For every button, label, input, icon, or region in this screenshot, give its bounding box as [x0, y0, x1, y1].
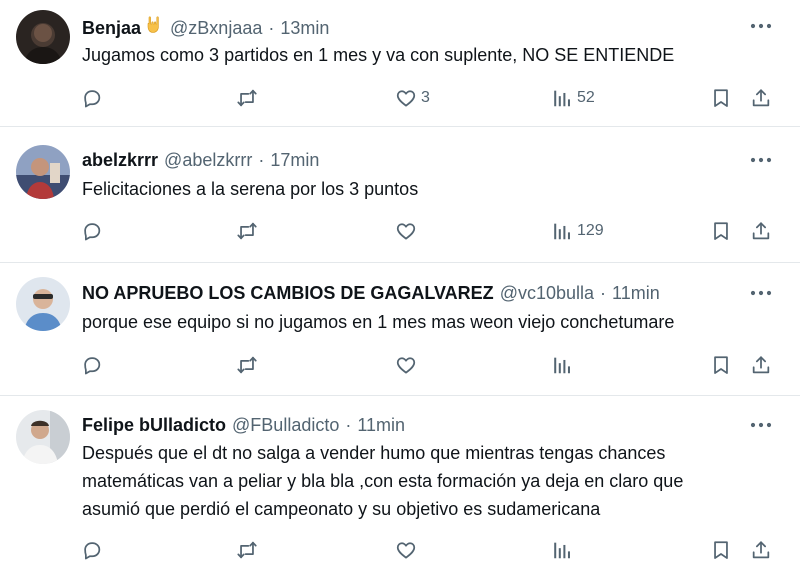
like-icon	[395, 87, 417, 109]
view-count: 52	[577, 89, 595, 106]
tweet-text-line: porque ese equipo si no jugamos en 1 mes…	[82, 312, 675, 332]
separator: ·	[258, 150, 265, 170]
views-icon	[551, 87, 573, 109]
retweet-icon	[236, 220, 258, 242]
retweet-button[interactable]	[236, 354, 258, 376]
like-icon	[395, 539, 417, 561]
tweet-text-line: matemáticas van a peliar y bla bla ,con …	[82, 471, 684, 491]
tweet-text: Jugamos como 3 partidos en 1 mes y va co…	[82, 41, 772, 69]
avatar[interactable]	[16, 410, 70, 464]
reply-feed: Benjaa @zBxnjaaa · 13min Jugamos como 3 …	[0, 0, 800, 570]
bookmark-icon	[710, 354, 732, 376]
handle[interactable]: @vc10bulla	[500, 282, 594, 304]
retweet-icon	[236, 539, 258, 561]
like-icon	[395, 220, 417, 242]
timestamp[interactable]: 11min	[612, 282, 660, 304]
tweet-text: Felicitaciones a la serena por los 3 pun…	[82, 175, 772, 203]
display-name[interactable]: NO APRUEBO LOS CAMBIOS DE GAGALVAREZ	[82, 282, 494, 304]
share-icon	[750, 539, 772, 561]
share-icon	[750, 87, 772, 109]
reply-icon	[81, 539, 103, 561]
retweet-icon	[236, 354, 258, 376]
tweet-text-line: Felicitaciones a la serena por los 3 pun…	[82, 179, 419, 199]
bookmark-button[interactable]	[710, 220, 732, 242]
action-bar: 129	[0, 220, 800, 244]
avatar[interactable]	[16, 10, 70, 64]
bookmark-button[interactable]	[710, 539, 732, 561]
tweet-text-line: Jugamos como 3 partidos en 1 mes y va co…	[82, 45, 675, 65]
bookmark-icon	[710, 539, 732, 561]
views-button[interactable]: 129	[551, 220, 604, 242]
tweet-header: Benjaa @zBxnjaaa · 13min	[82, 14, 329, 39]
tweet-header: Felipe bUlladicto @FBulladicto · 11min	[82, 414, 405, 436]
bookmark-button[interactable]	[710, 87, 732, 109]
timestamp[interactable]: 17min	[270, 149, 319, 171]
tweet-4[interactable]: Felipe bUlladicto @FBulladicto · 11min D…	[0, 396, 800, 570]
like-button[interactable]: 3	[395, 87, 430, 109]
bookmark-button[interactable]	[710, 354, 732, 376]
separator: ·	[268, 18, 275, 38]
reply-icon	[81, 354, 103, 376]
action-bar: 3 52	[0, 87, 800, 111]
handle[interactable]: @abelzkrrr	[164, 149, 252, 171]
handle[interactable]: @zBxnjaaa	[170, 17, 262, 39]
like-button[interactable]	[395, 539, 421, 561]
tweet-text: Después que el dt no salga a vender humo…	[82, 439, 772, 523]
reply-button[interactable]	[81, 87, 103, 109]
retweet-button[interactable]	[236, 220, 258, 242]
views-button[interactable]	[551, 354, 577, 376]
share-button[interactable]	[750, 354, 772, 376]
like-count: 3	[421, 89, 430, 106]
share-icon	[750, 354, 772, 376]
reply-icon	[81, 220, 103, 242]
reply-icon	[81, 87, 103, 109]
reply-button[interactable]	[81, 539, 103, 561]
like-button[interactable]	[395, 220, 421, 242]
like-icon	[395, 354, 417, 376]
action-bar	[0, 539, 800, 563]
views-icon	[551, 220, 573, 242]
share-icon	[750, 220, 772, 242]
more-icon[interactable]	[750, 157, 772, 163]
action-bar	[0, 354, 800, 378]
tweet-3[interactable]: NO APRUEBO LOS CAMBIOS DE GAGALVAREZ @vc…	[0, 263, 800, 396]
reply-button[interactable]	[81, 220, 103, 242]
more-icon[interactable]	[750, 23, 772, 29]
timestamp[interactable]: 13min	[280, 17, 329, 39]
more-icon[interactable]	[750, 422, 772, 428]
views-icon	[551, 354, 573, 376]
separator: ·	[345, 415, 352, 435]
tweet-text-line: asumió que perdió el campeonato y su obj…	[82, 499, 601, 519]
display-name[interactable]: abelzkrrr	[82, 149, 158, 171]
views-icon	[551, 539, 573, 561]
handle[interactable]: @FBulladicto	[232, 414, 339, 436]
retweet-button[interactable]	[236, 87, 258, 109]
retweet-icon	[236, 87, 258, 109]
share-button[interactable]	[750, 87, 772, 109]
reply-button[interactable]	[81, 354, 103, 376]
tweet-text: porque ese equipo si no jugamos en 1 mes…	[82, 308, 772, 336]
display-name[interactable]: Benjaa	[82, 17, 141, 39]
more-icon[interactable]	[750, 290, 772, 296]
separator: ·	[600, 283, 607, 303]
tweet-header: NO APRUEBO LOS CAMBIOS DE GAGALVAREZ @vc…	[82, 282, 660, 304]
share-button[interactable]	[750, 539, 772, 561]
views-button[interactable]: 52	[551, 87, 595, 109]
display-name[interactable]: Felipe bUlladicto	[82, 414, 226, 436]
views-button[interactable]	[551, 539, 577, 561]
tweet-1[interactable]: Benjaa @zBxnjaaa · 13min Jugamos como 3 …	[0, 0, 800, 127]
retweet-button[interactable]	[236, 539, 258, 561]
hand-horns-emoji	[144, 14, 164, 39]
bookmark-icon	[710, 220, 732, 242]
tweet-2[interactable]: abelzkrrr @abelzkrrr · 17min Felicitacio…	[0, 127, 800, 263]
avatar[interactable]	[16, 145, 70, 199]
tweet-header: abelzkrrr @abelzkrrr · 17min	[82, 149, 319, 171]
timestamp[interactable]: 11min	[357, 414, 405, 436]
avatar[interactable]	[16, 277, 70, 331]
view-count: 129	[577, 222, 604, 239]
share-button[interactable]	[750, 220, 772, 242]
bookmark-icon	[710, 87, 732, 109]
tweet-text-line: Después que el dt no salga a vender humo…	[82, 443, 666, 463]
like-button[interactable]	[395, 354, 421, 376]
